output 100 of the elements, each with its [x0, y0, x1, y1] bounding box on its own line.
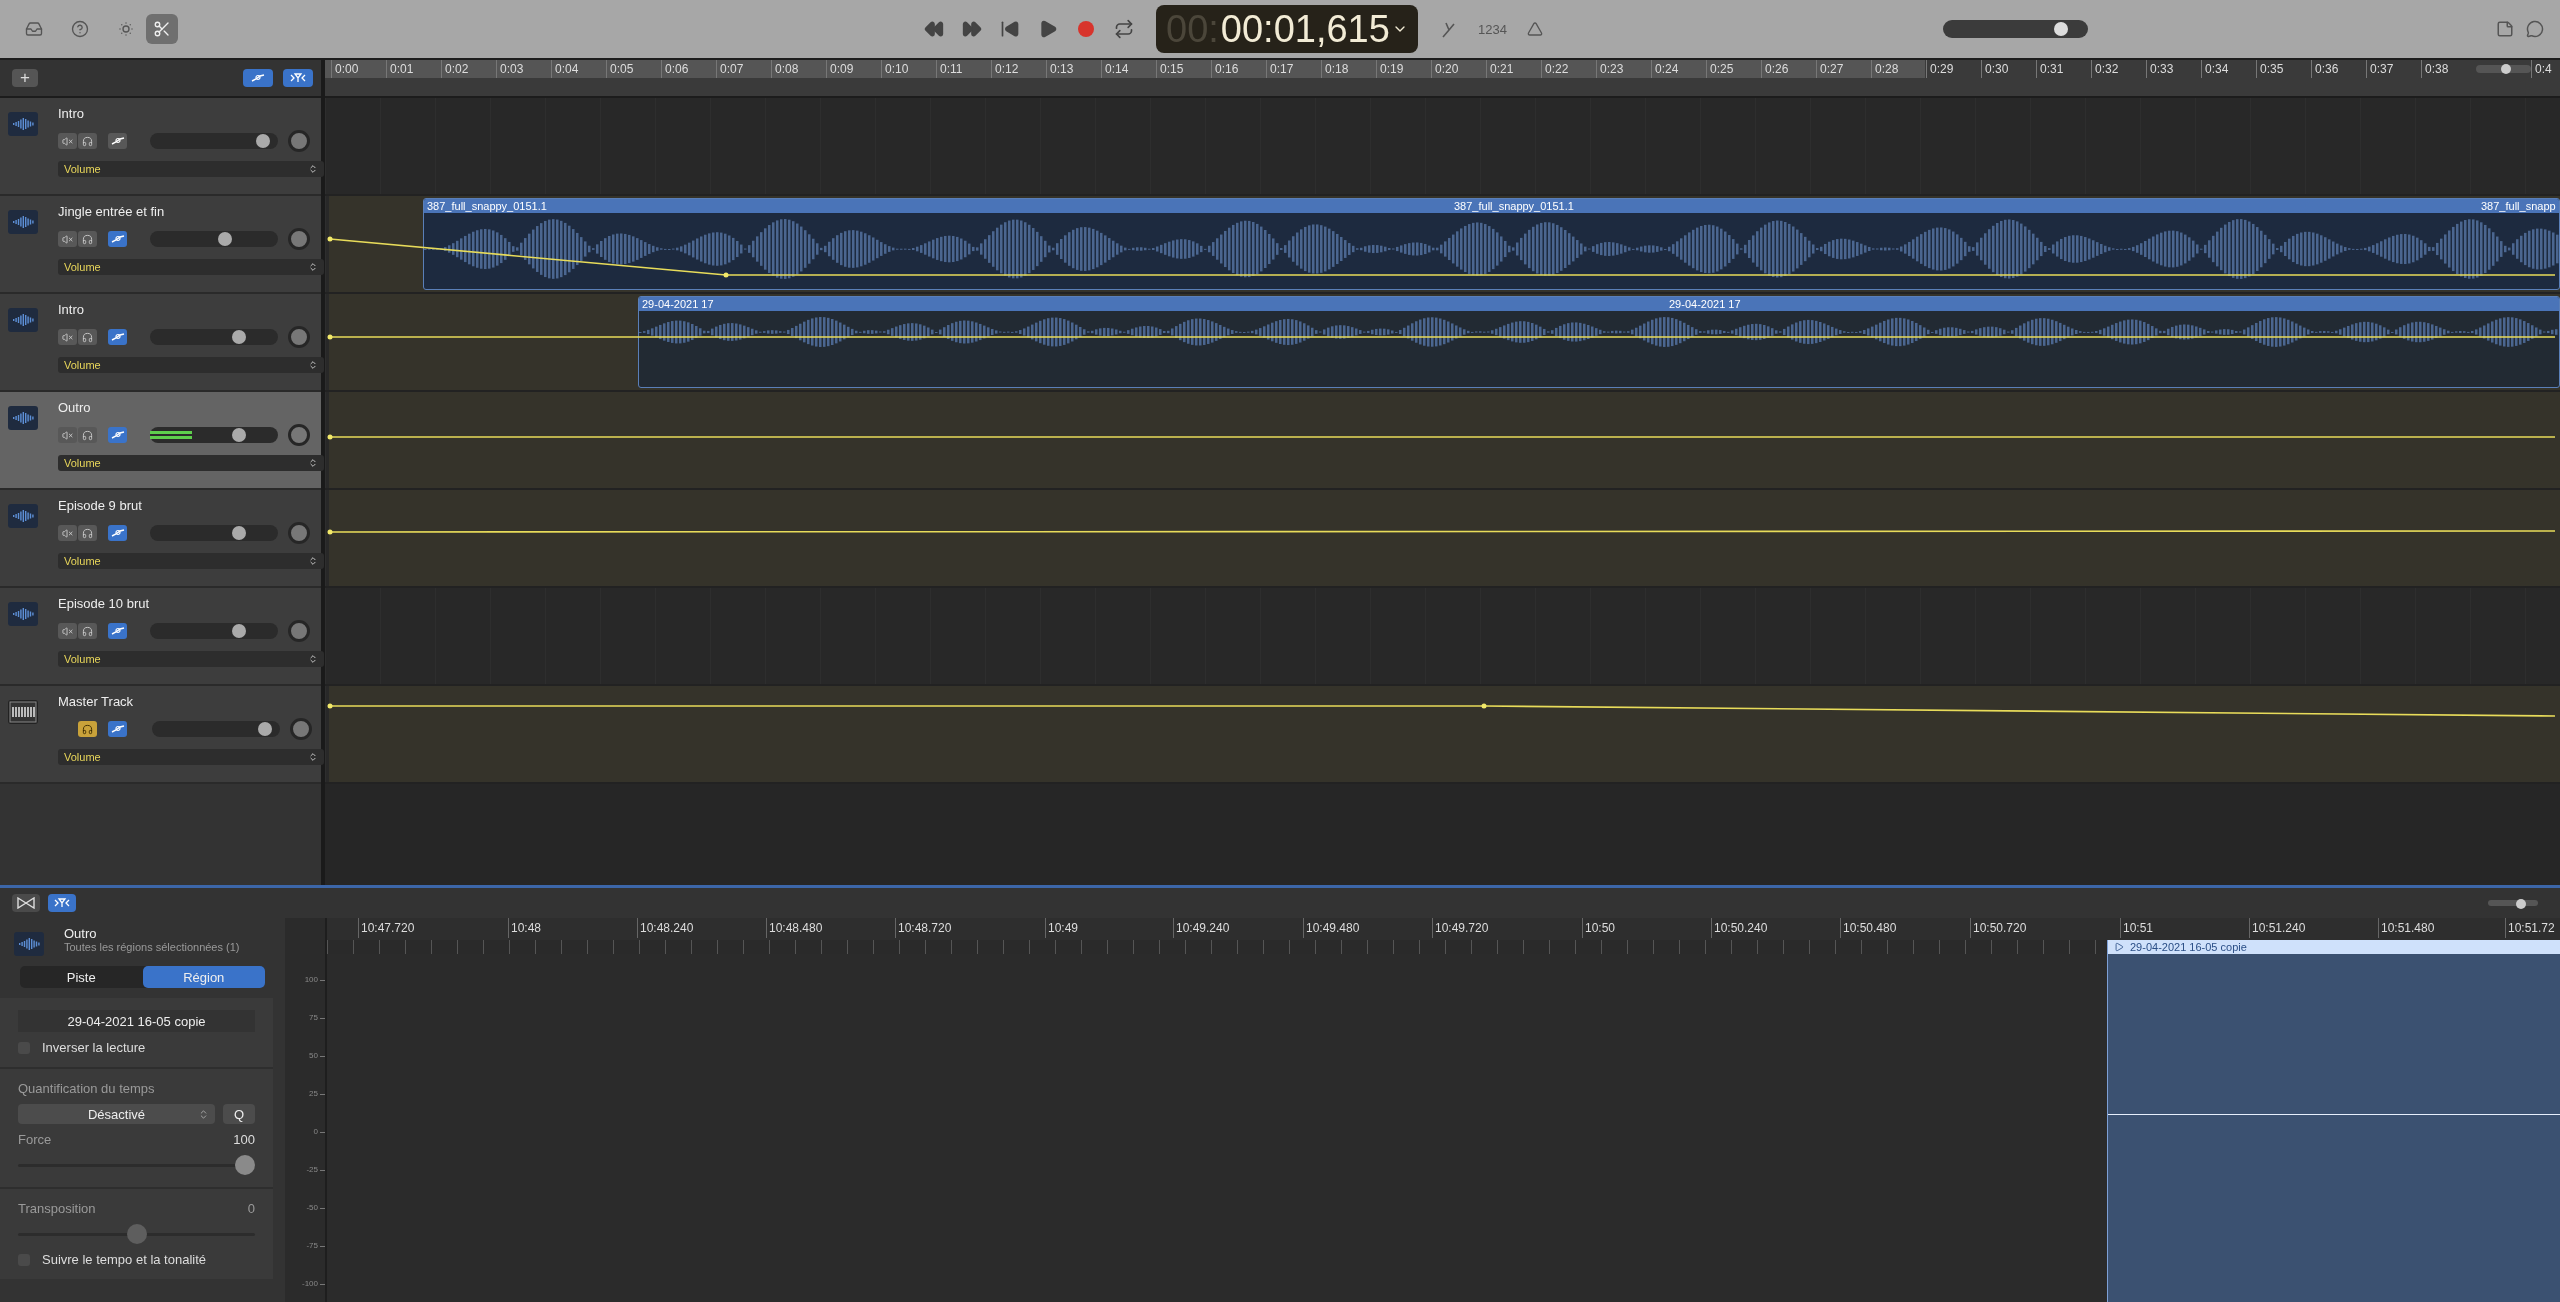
volume-slider[interactable]	[150, 133, 278, 149]
editor-toggle[interactable]	[48, 894, 76, 912]
audio-region[interactable]: 387_full_snappy_0151.1 387_full_snappy_0151.1 387_full_snapp	[423, 198, 2560, 290]
quantize-select[interactable]: Désactivé	[18, 1104, 215, 1124]
automation-button[interactable]	[108, 427, 127, 443]
ruler-label: 0:33	[2146, 60, 2201, 78]
volume-slider[interactable]	[150, 623, 278, 639]
audio-region[interactable]: 29-04-2021 17 29-04-2021 17	[638, 296, 2560, 388]
transpose-slider[interactable]	[18, 1224, 255, 1244]
solo-button[interactable]	[78, 623, 97, 639]
automation-parameter-select[interactable]: Volume	[58, 455, 324, 471]
solo-button[interactable]	[78, 133, 97, 149]
automation-button[interactable]	[108, 721, 127, 737]
automation-curve[interactable]	[327, 334, 2555, 340]
mute-button[interactable]	[58, 329, 77, 345]
automation-parameter-select[interactable]: Volume	[58, 651, 324, 667]
pan-knob[interactable]	[290, 718, 312, 740]
pan-knob[interactable]	[288, 326, 310, 348]
pan-knob[interactable]	[288, 620, 310, 642]
automation-parameter-select[interactable]: Volume	[58, 357, 324, 373]
solo-button[interactable]	[78, 427, 97, 443]
ruler-label: 10:49	[1045, 918, 1079, 938]
volume-thumb[interactable]	[2054, 22, 2069, 36]
notepad-icon[interactable]	[2496, 20, 2514, 38]
track-header[interactable]: Jingle entrée et fin Volume	[0, 196, 321, 294]
solo-button[interactable]	[78, 525, 97, 541]
track-header[interactable]: Intro Volume	[0, 98, 321, 196]
pan-knob[interactable]	[288, 130, 310, 152]
volume-slider[interactable]	[150, 525, 278, 541]
automation-button[interactable]	[108, 231, 127, 247]
mute-button[interactable]	[58, 133, 77, 149]
timeline-ruler[interactable]: 0:00 0:01 0:02 0:03 0:04 0:05 0:06 0:07 0:08 0:09 0:10 0:11 0:12 0:13 0:14 0:15 0:16 0:17 0:18 0:19 0:20 0:21 0:22 0:23 0:24 0:25 0:26 0:27 0:28 0:29 0:30 0:31 0:32 0:33 0:34 0:35 0:36 0:37 0:38 0:4	[325, 60, 2560, 98]
volume-thumb[interactable]	[232, 330, 247, 344]
automation-parameter-select[interactable]: Volume	[58, 161, 324, 177]
slider-thumb[interactable]	[126, 1224, 147, 1244]
zoom-thumb[interactable]	[2500, 64, 2511, 74]
automation-toggle[interactable]	[243, 69, 273, 87]
toolbar-button[interactable]	[146, 14, 178, 44]
track-header[interactable]: Episode 10 brut Volume	[0, 588, 321, 686]
automation-icon	[110, 626, 125, 636]
volume-thumb[interactable]	[232, 526, 247, 540]
add-track-button[interactable]: +	[12, 69, 38, 87]
track-header[interactable]: Master Track Volume	[0, 686, 321, 784]
inspector-tab[interactable]: Région	[142, 966, 265, 988]
zoom-thumb[interactable]	[2516, 899, 2526, 909]
master-volume-slider[interactable]	[1942, 20, 2088, 38]
pan-knob[interactable]	[288, 522, 310, 544]
track-header[interactable]: Outro Volume	[0, 392, 321, 490]
pan-knob[interactable]	[288, 228, 310, 250]
quantize-button[interactable]: Q	[223, 1104, 255, 1124]
pan-knob[interactable]	[288, 424, 310, 446]
automation-button[interactable]	[108, 525, 127, 541]
automation-parameter-select[interactable]: Volume	[58, 749, 324, 765]
automation-button[interactable]	[108, 329, 127, 345]
volume-slider[interactable]	[150, 329, 278, 345]
automation-curve[interactable]	[327, 703, 2555, 717]
ruler-label: 10:51.240	[2249, 918, 2306, 938]
zoom-slider[interactable]	[2488, 900, 2538, 906]
track-header[interactable]: Episode 9 brut Volume	[0, 490, 321, 588]
automation-parameter-select[interactable]: Volume	[58, 553, 324, 569]
mute-button[interactable]	[58, 231, 77, 247]
automation-button[interactable]	[108, 133, 127, 149]
solo-button[interactable]	[78, 329, 97, 345]
volume-thumb[interactable]	[256, 134, 270, 148]
headphones-icon	[82, 527, 93, 539]
solo-button[interactable]	[78, 721, 97, 737]
automation-curve[interactable]	[327, 236, 2555, 278]
headphones-icon	[82, 429, 93, 441]
mute-button[interactable]	[58, 427, 77, 443]
region-name-field[interactable]: 29-04-2021 16-05 copie	[18, 1010, 255, 1032]
force-slider[interactable]	[18, 1155, 255, 1175]
volume-thumb[interactable]	[258, 722, 272, 736]
volume-slider[interactable]	[150, 231, 278, 247]
ruler-label: 0:32	[2091, 60, 2146, 78]
ruler-label: 0:4	[2531, 60, 2560, 78]
volume-slider[interactable]	[150, 427, 278, 443]
ruler-label: 0:13	[1046, 60, 1101, 78]
ruler-label: 0:16	[1211, 60, 1266, 78]
automation-curve[interactable]	[327, 529, 2555, 535]
automation-curve[interactable]	[327, 434, 2555, 440]
volume-thumb[interactable]	[232, 428, 247, 442]
headphones-icon	[82, 331, 93, 343]
track-header[interactable]: Intro Volume	[0, 294, 321, 392]
automation-parameter-select[interactable]: Volume	[58, 259, 324, 275]
filter-toggle[interactable]	[283, 69, 313, 87]
automation-button[interactable]	[108, 623, 127, 639]
headphones-icon	[82, 135, 93, 147]
volume-slider[interactable]	[152, 721, 280, 737]
loops-icon[interactable]	[2526, 20, 2544, 38]
volume-thumb[interactable]	[218, 232, 233, 246]
inspector-tab[interactable]: Piste	[20, 966, 143, 988]
audio-region[interactable]: 29-04-2021 16-05 copie	[2107, 940, 2560, 1302]
editor-toggle[interactable]	[12, 894, 40, 912]
volume-thumb[interactable]	[232, 624, 247, 638]
mute-button[interactable]	[58, 525, 77, 541]
zoom-slider[interactable]	[2476, 65, 2531, 73]
help-icon	[71, 20, 89, 38]
solo-button[interactable]	[78, 231, 97, 247]
slider-thumb[interactable]	[235, 1155, 255, 1175]
mute-button[interactable]	[58, 623, 77, 639]
